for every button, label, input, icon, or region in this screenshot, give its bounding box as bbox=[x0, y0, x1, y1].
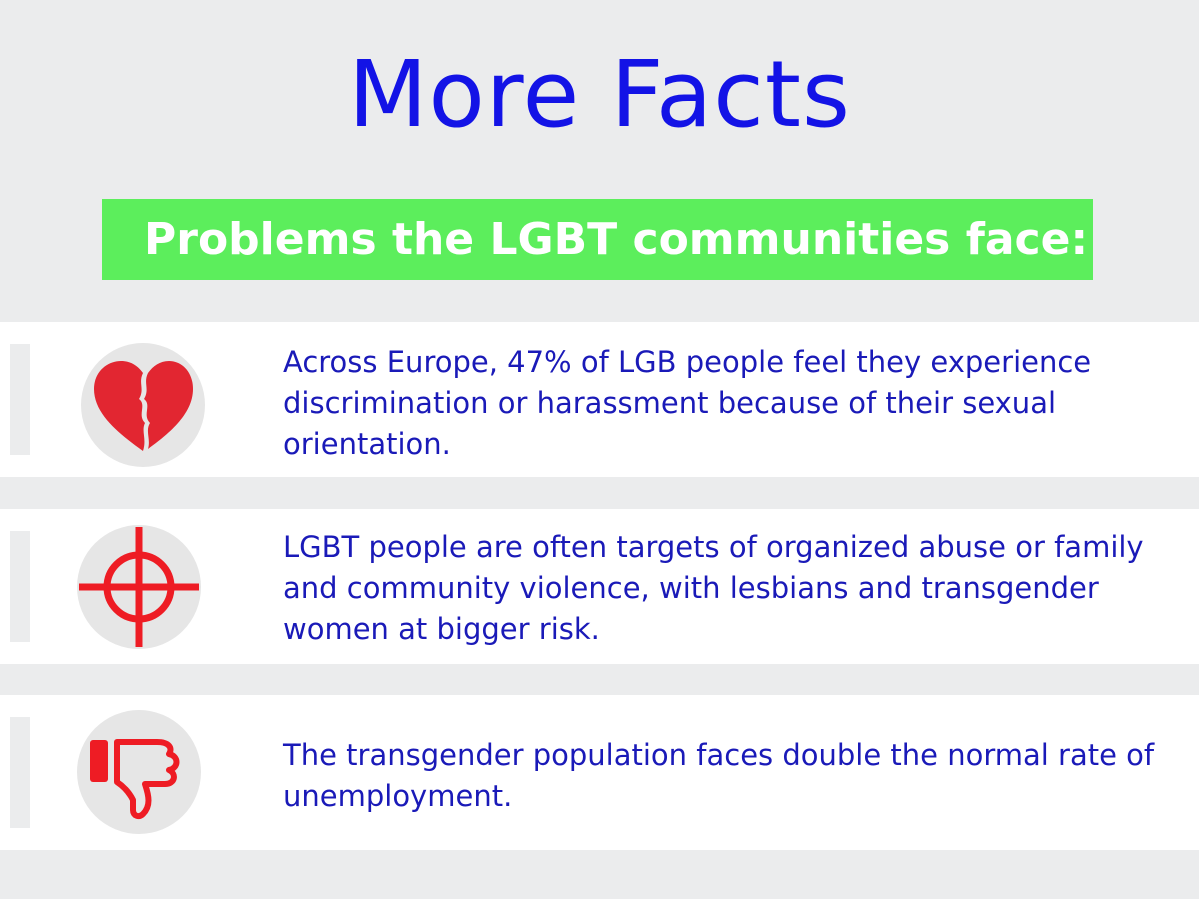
fact-card: LGBT people are often targets of organiz… bbox=[250, 509, 1199, 664]
fact-text: LGBT people are often targets of organiz… bbox=[283, 530, 1144, 646]
fact-text: Across Europe, 47% of LGB people feel th… bbox=[283, 345, 1092, 461]
row-bracket bbox=[0, 695, 30, 850]
page-title: More Facts bbox=[348, 41, 851, 148]
subtitle-banner: Problems the LGBT communities face: bbox=[102, 199, 1093, 280]
row-bracket bbox=[0, 509, 30, 664]
fact-card: Across Europe, 47% of LGB people feel th… bbox=[250, 322, 1199, 477]
thumbs-down-icon bbox=[90, 739, 180, 820]
icon-circle bbox=[81, 343, 205, 467]
broken-heart-icon bbox=[94, 361, 193, 451]
row-bracket bbox=[0, 322, 30, 477]
fact-card: The transgender population faces double … bbox=[250, 695, 1199, 850]
subtitle-banner-text: Problems the LGBT communities face: bbox=[144, 214, 1089, 265]
fact-text: The transgender population faces double … bbox=[283, 738, 1155, 813]
icon-circle bbox=[77, 710, 201, 834]
icon-circle bbox=[77, 525, 201, 649]
crosshair-target-icon bbox=[79, 527, 199, 647]
